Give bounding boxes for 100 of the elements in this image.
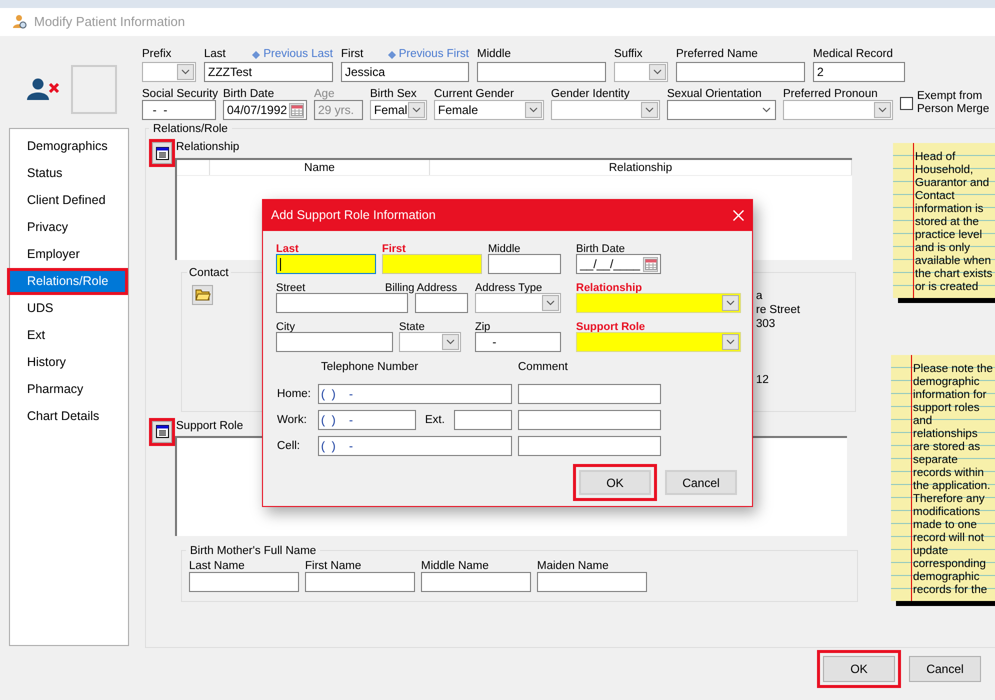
chevron-down-icon xyxy=(726,300,735,306)
column-header: Comment xyxy=(518,360,568,375)
dropdown[interactable]: Femal xyxy=(370,100,427,120)
calendar-icon xyxy=(290,104,302,116)
chevron-down-icon xyxy=(726,339,735,345)
field-label: First xyxy=(341,47,364,62)
chevron-down-icon xyxy=(446,339,455,345)
field-label: Age xyxy=(314,87,336,100)
column-header: Name xyxy=(210,160,430,174)
field-label: Maiden Name xyxy=(537,558,610,572)
ext-label: Ext. xyxy=(424,412,446,428)
cancel-button[interactable]: Cancel xyxy=(909,656,981,682)
previous-name-link[interactable]: Previous Last xyxy=(263,46,333,64)
nav-item[interactable]: Employer xyxy=(10,244,125,265)
input-field[interactable] xyxy=(382,254,482,274)
input-field[interactable] xyxy=(276,293,408,313)
input-field[interactable]: - xyxy=(475,332,561,352)
field-label: City xyxy=(276,321,295,333)
list-icon xyxy=(156,146,168,160)
field-label: Billing Address xyxy=(385,282,458,294)
section-label: Relationship xyxy=(175,140,240,156)
input-field[interactable] xyxy=(421,572,531,592)
contact-text: 303 xyxy=(756,316,776,330)
phone-label: Work: xyxy=(276,412,308,428)
input-field[interactable] xyxy=(276,332,393,352)
open-folder-button[interactable] xyxy=(192,284,213,304)
field-label: Current Gender xyxy=(434,87,515,100)
input-field[interactable] xyxy=(305,572,415,592)
person-remove-icon xyxy=(27,78,61,100)
close-icon[interactable] xyxy=(733,210,744,221)
field-label: Birth Date xyxy=(576,243,625,255)
input-field[interactable]: Jessica xyxy=(341,62,469,82)
chevron-down-icon xyxy=(878,107,887,113)
field-label: First Name xyxy=(305,558,362,572)
date-field[interactable]: __/__/____ xyxy=(576,254,661,274)
nav-item[interactable]: Ext xyxy=(10,325,125,346)
person-search-icon xyxy=(12,14,28,30)
input-field[interactable] xyxy=(477,62,606,82)
cancel-button[interactable]: Cancel xyxy=(665,470,737,496)
dropdown[interactable] xyxy=(551,100,660,120)
input-field[interactable] xyxy=(276,254,376,274)
field-label: Middle Name xyxy=(421,558,490,572)
nav-item[interactable]: Demographics xyxy=(10,136,125,157)
date-field[interactable]: 04/07/1992 xyxy=(223,100,307,120)
input-field[interactable]: ZZZTest xyxy=(204,62,333,82)
field-label: Last xyxy=(204,47,226,62)
folder-icon xyxy=(194,288,210,301)
nav-item[interactable]: History xyxy=(10,352,125,373)
ok-button[interactable]: OK xyxy=(579,470,651,496)
dropdown[interactable] xyxy=(614,62,668,82)
comment-field[interactable] xyxy=(518,436,661,456)
dropdown[interactable] xyxy=(667,100,776,120)
field-label: Gender Identity xyxy=(551,87,631,100)
chevron-down-icon xyxy=(762,107,771,113)
previous-name-link[interactable]: Previous First xyxy=(398,46,469,64)
ext-field[interactable] xyxy=(454,410,512,430)
dialog-title: Add Support Role Information xyxy=(271,207,436,224)
contact-text: 12 xyxy=(756,372,770,386)
phone-field[interactable]: ( ) - xyxy=(318,436,512,456)
field-label: Last xyxy=(276,243,299,255)
nav-item[interactable]: Client Defined xyxy=(10,190,125,211)
photo-placeholder xyxy=(71,64,117,114)
input-field[interactable] xyxy=(488,254,561,274)
input-field[interactable]: - - xyxy=(142,100,216,120)
nav-item[interactable]: Chart Details xyxy=(10,406,125,427)
field-label: Birth Sex xyxy=(370,87,418,100)
field-label: Address Type xyxy=(475,282,542,294)
input-field[interactable] xyxy=(537,572,647,592)
diamond-icon xyxy=(252,51,260,59)
input-field[interactable]: 2 xyxy=(813,62,905,82)
field-label: Support Role xyxy=(576,321,646,333)
nav-item[interactable]: Relations/Role xyxy=(10,271,125,292)
nav-item[interactable]: UDS xyxy=(10,298,125,319)
dropdown[interactable] xyxy=(142,62,196,82)
field-label: Preferred Name xyxy=(676,47,758,62)
chevron-down-icon xyxy=(645,107,654,113)
dropdown[interactable]: Female xyxy=(434,100,544,120)
nav-item[interactable]: Status xyxy=(10,163,125,184)
nav-item[interactable]: Privacy xyxy=(10,217,125,238)
dropdown[interactable] xyxy=(399,332,461,352)
phone-field[interactable]: ( ) - xyxy=(318,410,416,430)
field-label: First xyxy=(382,243,406,255)
checkbox-label: Exempt from Person Merge xyxy=(917,90,990,116)
input-field[interactable] xyxy=(415,293,468,313)
input-field[interactable] xyxy=(189,572,299,592)
input-field[interactable] xyxy=(676,62,805,82)
window-title: Modify Patient Information xyxy=(34,13,186,32)
list-icon xyxy=(156,425,168,438)
dropdown[interactable] xyxy=(475,293,561,313)
diamond-icon xyxy=(388,51,396,59)
field-label: Birth Date xyxy=(223,87,276,100)
nav-item[interactable]: Pharmacy xyxy=(10,379,125,400)
checkbox[interactable] xyxy=(900,96,913,110)
phone-label: Cell: xyxy=(276,438,302,454)
ok-button[interactable]: OK xyxy=(823,656,895,682)
phone-field[interactable]: ( ) - xyxy=(318,384,512,404)
comment-field[interactable] xyxy=(518,384,661,404)
dropdown[interactable] xyxy=(783,100,893,120)
comment-field[interactable] xyxy=(518,410,661,430)
field-label: Suffix xyxy=(614,47,643,62)
